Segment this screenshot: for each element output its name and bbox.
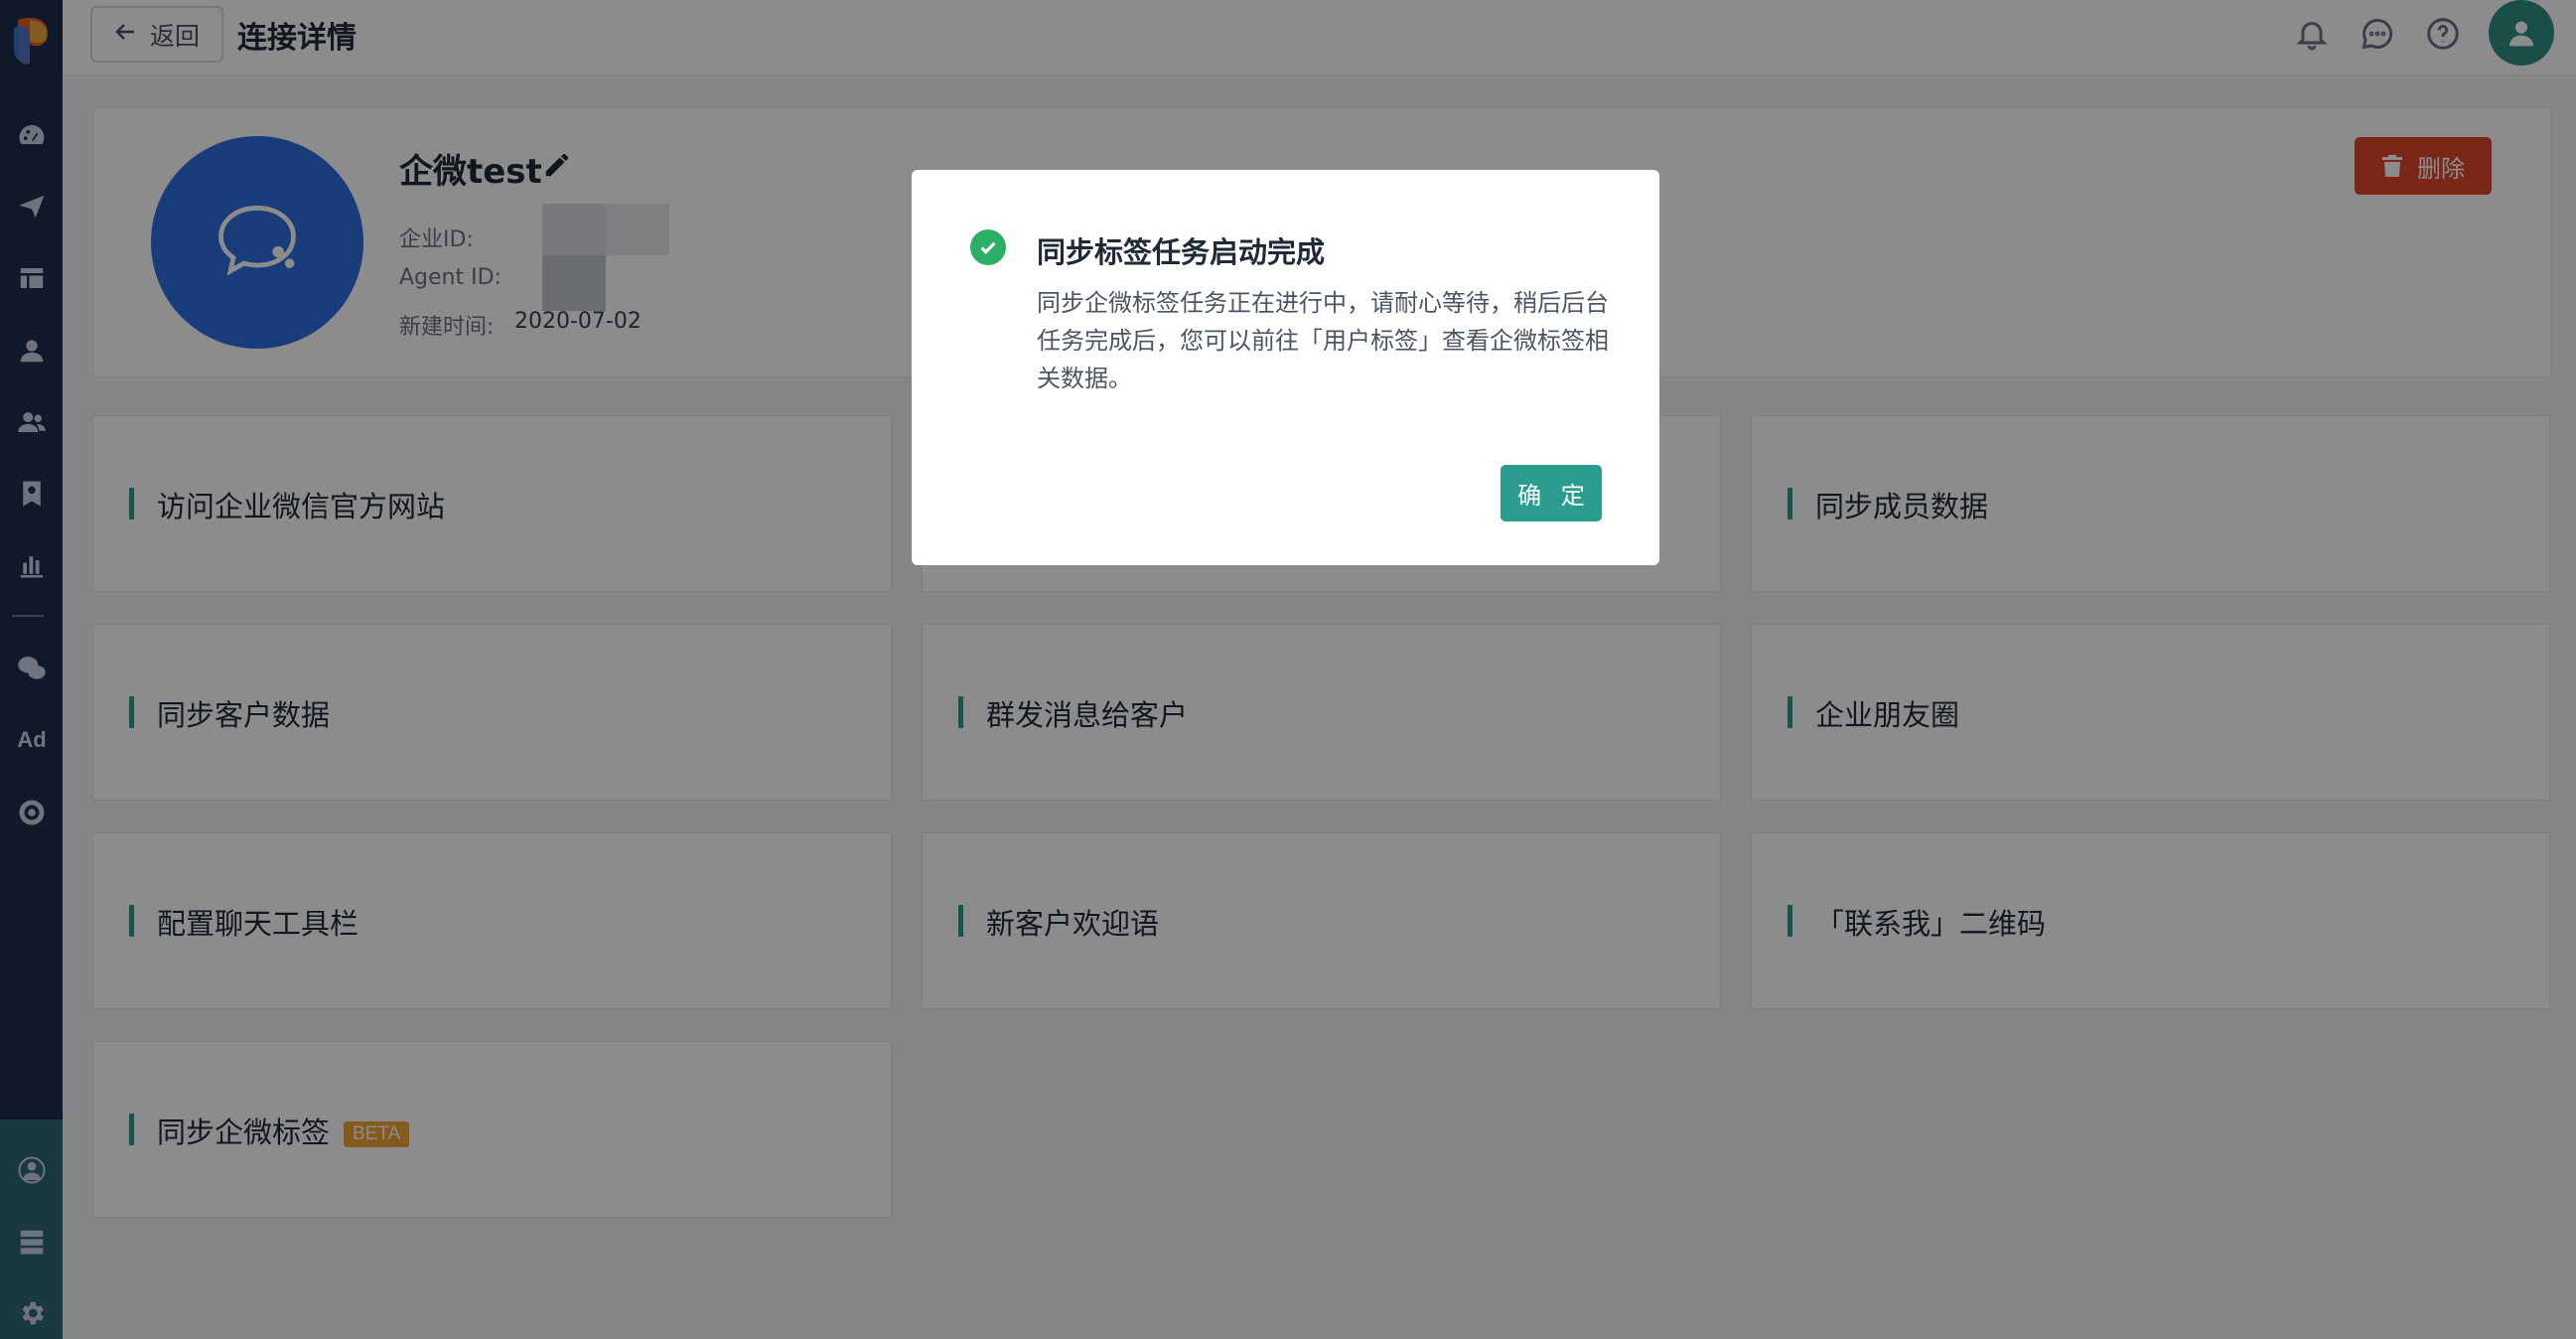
modal-title: 同步标签任务启动完成 [1037,235,1326,269]
success-modal: 同步标签任务启动完成 同步企微标签任务正在进行中，请耐心等待，稍后后台任务完成后… [912,170,1659,565]
confirm-button-label: 确 定 [1517,482,1591,510]
confirm-button[interactable]: 确 定 [1501,465,1602,521]
check-circle-icon [970,229,1006,265]
modal-body: 同步企微标签任务正在进行中，请耐心等待，稍后后台任务完成后，您可以前往「用户标签… [1037,289,1609,392]
